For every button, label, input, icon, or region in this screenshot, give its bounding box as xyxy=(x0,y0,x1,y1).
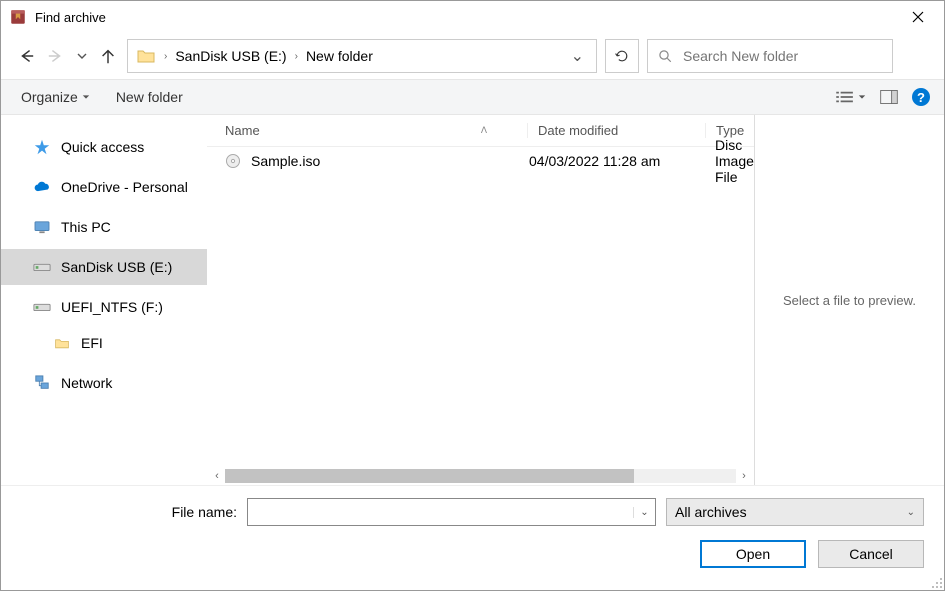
dialog-body: Quick access OneDrive - Personal This PC… xyxy=(1,115,944,485)
drive-icon xyxy=(33,298,51,316)
sort-ascending-icon: ᐱ xyxy=(481,125,487,136)
pc-icon xyxy=(33,218,51,236)
refresh-icon xyxy=(614,48,630,64)
window-title: Find archive xyxy=(35,10,896,25)
column-headers: Name ᐱ Date modified Type xyxy=(207,115,754,147)
sidebar: Quick access OneDrive - Personal This PC… xyxy=(1,115,207,485)
arrow-left-icon xyxy=(17,47,35,65)
recent-dropdown[interactable] xyxy=(75,45,89,67)
open-button[interactable]: Open xyxy=(700,540,806,568)
chevron-down-icon[interactable]: ⌄ xyxy=(633,507,655,518)
chevron-down-icon: ⌄ xyxy=(907,507,915,518)
sidebar-item-label: This PC xyxy=(61,219,111,235)
filetype-label: All archives xyxy=(675,504,747,520)
view-options-button[interactable] xyxy=(836,90,866,104)
details-view-icon xyxy=(836,90,854,104)
chevron-down-icon xyxy=(82,93,90,101)
sidebar-item-label: Quick access xyxy=(61,139,144,155)
organize-label: Organize xyxy=(21,89,78,105)
arrow-up-icon xyxy=(99,47,117,65)
scrollbar-thumb[interactable] xyxy=(225,469,634,483)
disc-image-icon xyxy=(225,153,241,169)
scroll-right-icon[interactable]: › xyxy=(736,470,752,482)
arrow-right-icon xyxy=(47,47,65,65)
breadcrumb-segment-0[interactable]: SanDisk USB (E:) xyxy=(171,48,290,64)
sidebar-item-label: Network xyxy=(61,375,112,391)
file-modified: 04/03/2022 11:28 am xyxy=(527,153,705,169)
folder-icon xyxy=(53,334,71,352)
column-header-name[interactable]: Name ᐱ xyxy=(207,123,527,138)
preview-pane-icon xyxy=(880,90,898,104)
new-folder-label: New folder xyxy=(116,89,183,105)
nav-row: › SanDisk USB (E:) › New folder ⌄ xyxy=(1,33,944,79)
filetype-filter[interactable]: All archives ⌄ xyxy=(666,498,924,526)
network-icon xyxy=(33,374,51,392)
search-icon xyxy=(658,49,673,64)
back-button[interactable] xyxy=(15,45,37,67)
search-box[interactable] xyxy=(647,39,893,73)
cancel-button[interactable]: Cancel xyxy=(818,540,924,568)
folder-icon xyxy=(136,46,156,66)
preview-pane: Select a file to preview. xyxy=(755,115,944,485)
scrollbar-track[interactable] xyxy=(225,469,736,483)
new-folder-button[interactable]: New folder xyxy=(116,89,183,105)
titlebar: Find archive xyxy=(1,1,944,33)
breadcrumb-segment-1[interactable]: New folder xyxy=(302,48,377,64)
search-input[interactable] xyxy=(683,48,882,64)
column-header-label: Date modified xyxy=(538,123,618,138)
file-row[interactable]: Sample.iso 04/03/2022 11:28 am Disc Imag… xyxy=(207,147,754,175)
column-header-label: Type xyxy=(716,123,744,138)
sidebar-item-sandisk-usb[interactable]: SanDisk USB (E:) xyxy=(1,249,207,285)
file-name: Sample.iso xyxy=(251,153,320,169)
sidebar-item-label: SanDisk USB (E:) xyxy=(61,259,172,275)
file-list: Name ᐱ Date modified Type Sample.iso 04/… xyxy=(207,115,755,485)
app-icon xyxy=(9,8,27,26)
sidebar-item-efi[interactable]: EFI xyxy=(1,325,207,361)
address-dropdown[interactable]: ⌄ xyxy=(563,46,592,66)
column-header-label: Name xyxy=(225,123,260,138)
sidebar-item-this-pc[interactable]: This PC xyxy=(1,209,207,245)
sidebar-item-network[interactable]: Network xyxy=(1,365,207,401)
address-bar[interactable]: › SanDisk USB (E:) › New folder ⌄ xyxy=(127,39,597,73)
sidebar-item-label: OneDrive - Personal xyxy=(61,179,188,195)
help-button[interactable]: ? xyxy=(912,88,930,106)
file-type: Disc Image File xyxy=(705,137,754,185)
cloud-icon xyxy=(33,178,51,196)
forward-button xyxy=(45,45,67,67)
refresh-button[interactable] xyxy=(605,39,639,73)
scroll-left-icon[interactable]: ‹ xyxy=(209,470,225,482)
chevron-right-icon: › xyxy=(291,51,302,62)
drive-icon xyxy=(33,258,51,276)
dialog-footer: File name: ⌄ All archives ⌄ Open Cancel xyxy=(1,485,944,578)
column-header-modified[interactable]: Date modified xyxy=(527,123,705,138)
close-icon xyxy=(912,11,924,23)
organize-menu[interactable]: Organize xyxy=(21,89,90,105)
preview-placeholder: Select a file to preview. xyxy=(783,293,916,308)
file-rows: Sample.iso 04/03/2022 11:28 am Disc Imag… xyxy=(207,147,754,467)
horizontal-scrollbar[interactable]: ‹ › xyxy=(207,467,754,485)
chevron-right-icon: › xyxy=(160,51,171,62)
up-button[interactable] xyxy=(97,45,119,67)
chevron-down-icon xyxy=(858,93,866,101)
filename-input[interactable] xyxy=(248,505,633,520)
resize-grip[interactable] xyxy=(930,576,944,590)
close-button[interactable] xyxy=(896,2,940,32)
sidebar-item-quick-access[interactable]: Quick access xyxy=(1,129,207,165)
toolbar-right: ? xyxy=(836,88,930,106)
sidebar-item-uefi-ntfs[interactable]: UEFI_NTFS (F:) xyxy=(1,289,207,325)
sidebar-item-label: EFI xyxy=(81,335,103,351)
sidebar-item-onedrive[interactable]: OneDrive - Personal xyxy=(1,169,207,205)
sidebar-item-label: UEFI_NTFS (F:) xyxy=(61,299,163,315)
filename-combo[interactable]: ⌄ xyxy=(247,498,656,526)
chevron-down-icon xyxy=(77,51,87,61)
column-header-type[interactable]: Type xyxy=(705,123,754,138)
preview-pane-button[interactable] xyxy=(880,90,898,104)
toolbar: Organize New folder ? xyxy=(1,79,944,115)
filename-label: File name: xyxy=(1,504,237,520)
star-icon xyxy=(33,138,51,156)
